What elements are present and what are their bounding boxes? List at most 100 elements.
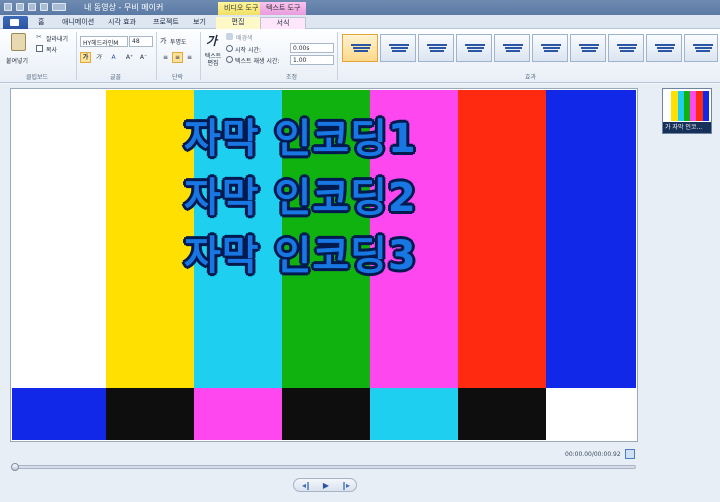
effect-preview-icon	[465, 44, 485, 53]
paint-bucket-icon	[226, 33, 233, 40]
preview-frame: 자막 인코딩1 자막 인코딩2 자막 인코딩3	[10, 88, 638, 442]
scissors-icon: ✂	[36, 33, 42, 41]
clipboard-group-label: 클립보드	[26, 74, 49, 81]
next-frame-icon[interactable]: ‖▸	[338, 480, 354, 491]
play-icon[interactable]: ▶	[318, 480, 334, 491]
text-effect-option[interactable]	[418, 34, 454, 62]
text-effect-option[interactable]	[532, 34, 568, 62]
group-divider	[337, 32, 338, 80]
menu-icon	[10, 19, 19, 26]
clock-icon	[226, 45, 233, 52]
text-edit-label: 텍스트 편집	[204, 53, 222, 67]
effect-preview-icon	[655, 44, 675, 53]
tab-format[interactable]: 서식	[260, 17, 306, 29]
redo-icon[interactable]	[40, 3, 48, 11]
clip-caption: 가 자막 인코...	[663, 122, 711, 133]
caption-line: 자막 인코딩1	[184, 116, 417, 162]
text-effect-option[interactable]	[494, 34, 530, 62]
font-group-label: 글꼴	[110, 74, 122, 81]
playback-controls: ◂‖ ▶ ‖▸	[293, 478, 357, 492]
color-bar	[458, 90, 546, 388]
tab-home[interactable]: 홈	[38, 17, 44, 29]
color-bar-bottom	[194, 388, 282, 440]
duration-input[interactable]: 1.00	[290, 55, 334, 65]
context-video-tools: 비디오 도구	[218, 2, 260, 15]
group-divider	[200, 32, 201, 80]
start-time-label: 시작 시간:	[235, 47, 262, 54]
thumbnail-bar	[702, 91, 709, 121]
color-bar	[546, 90, 636, 388]
clip-thumbnail	[665, 91, 709, 121]
group-divider	[156, 32, 157, 80]
copy-icon	[36, 45, 43, 52]
color-bar-bottom	[546, 388, 636, 440]
app-menu-icon[interactable]	[4, 3, 12, 11]
cut-label: 잘라내기	[46, 36, 69, 43]
bold-icon[interactable]: 가	[80, 52, 91, 63]
undo-icon[interactable]	[28, 3, 36, 11]
adjust-group-label: 조정	[286, 74, 298, 81]
workspace: 자막 인코딩1 자막 인코딩2 자막 인코딩3 00:00.00/00:00.9…	[0, 84, 720, 502]
effect-preview-icon	[427, 44, 447, 53]
previous-frame-icon[interactable]: ◂‖	[298, 480, 314, 491]
window-title: 내 동영상 - 무비 메이커	[84, 3, 164, 12]
tab-project[interactable]: 프로젝트	[153, 17, 179, 29]
title-bar: 내 동영상 - 무비 메이커 비디오 도구 텍스트 도구	[0, 0, 720, 15]
tab-view[interactable]: 보기	[193, 17, 206, 29]
storyboard-clip[interactable]: 가 자막 인코...	[662, 88, 712, 134]
paste-label: 붙여넣기	[6, 58, 29, 65]
color-bar-bottom	[12, 388, 106, 440]
start-time-input[interactable]: 0.00s	[290, 43, 334, 53]
text-effect-option[interactable]	[342, 34, 378, 62]
effect-preview-icon	[693, 44, 713, 53]
text-effect-option[interactable]	[684, 34, 718, 62]
cut-button[interactable]: ✂ 잘라내기	[36, 33, 76, 43]
tab-edit[interactable]: 편집	[216, 17, 260, 29]
paragraph-group-label: 단락	[172, 74, 184, 81]
text-effect-option[interactable]	[570, 34, 606, 62]
save-icon[interactable]	[16, 3, 24, 11]
text-edit-button[interactable]: 가 텍스트 편집	[203, 32, 223, 70]
fullscreen-icon[interactable]	[625, 449, 635, 459]
effect-preview-icon	[351, 44, 371, 53]
effect-preview-icon	[579, 44, 599, 53]
seek-thumb[interactable]	[11, 463, 19, 471]
caption-line: 자막 인코딩2	[184, 175, 417, 221]
caption-line: 자막 인코딩3	[184, 233, 417, 279]
file-tab[interactable]	[3, 16, 28, 29]
color-bar-bottom	[370, 388, 458, 440]
effects-group-label: 효과	[525, 74, 537, 81]
align-left-icon[interactable]: ≡	[160, 52, 171, 63]
align-center-icon[interactable]: ≡	[172, 52, 183, 63]
text-effect-option[interactable]	[608, 34, 644, 62]
italic-icon[interactable]: 가	[93, 52, 104, 63]
font-shrink-icon[interactable]: A⁻	[138, 52, 149, 63]
seek-bar[interactable]	[12, 465, 636, 469]
tab-visual-effects[interactable]: 시각 효과	[108, 17, 136, 29]
copy-label: 복사	[46, 47, 58, 54]
color-bar	[106, 90, 194, 388]
transparency-icon: 가	[160, 37, 167, 45]
background-color-button[interactable]: 배경색	[226, 32, 266, 42]
font-family-select[interactable]: HY헤드라인M	[80, 36, 128, 47]
align-right-icon[interactable]: ≡	[184, 52, 195, 63]
copy-button[interactable]: 복사	[36, 44, 76, 54]
text-effect-option[interactable]	[646, 34, 682, 62]
duration-label: 텍스트 재생 시간:	[235, 58, 280, 65]
text-effect-option[interactable]	[456, 34, 492, 62]
quick-access-dropdown-icon[interactable]	[52, 3, 66, 11]
background-color-label: 배경색	[236, 35, 253, 42]
font-grow-icon[interactable]: A⁺	[124, 52, 135, 63]
color-bar-bottom	[282, 388, 370, 440]
transparency-button[interactable]: 가 투명도	[160, 36, 196, 46]
text-effect-option[interactable]	[380, 34, 416, 62]
font-color-icon[interactable]: A	[108, 52, 119, 63]
tab-animations[interactable]: 애니메이션	[62, 17, 94, 29]
video-preview[interactable]: 자막 인코딩1 자막 인코딩2 자막 인코딩3	[12, 90, 636, 440]
effect-preview-icon	[389, 44, 409, 53]
clock-icon	[226, 56, 233, 63]
color-bar	[12, 90, 106, 388]
paste-button[interactable]: 붙여넣기	[6, 32, 32, 70]
font-size-select[interactable]: 48	[129, 36, 153, 47]
color-bar-bottom	[458, 388, 546, 440]
